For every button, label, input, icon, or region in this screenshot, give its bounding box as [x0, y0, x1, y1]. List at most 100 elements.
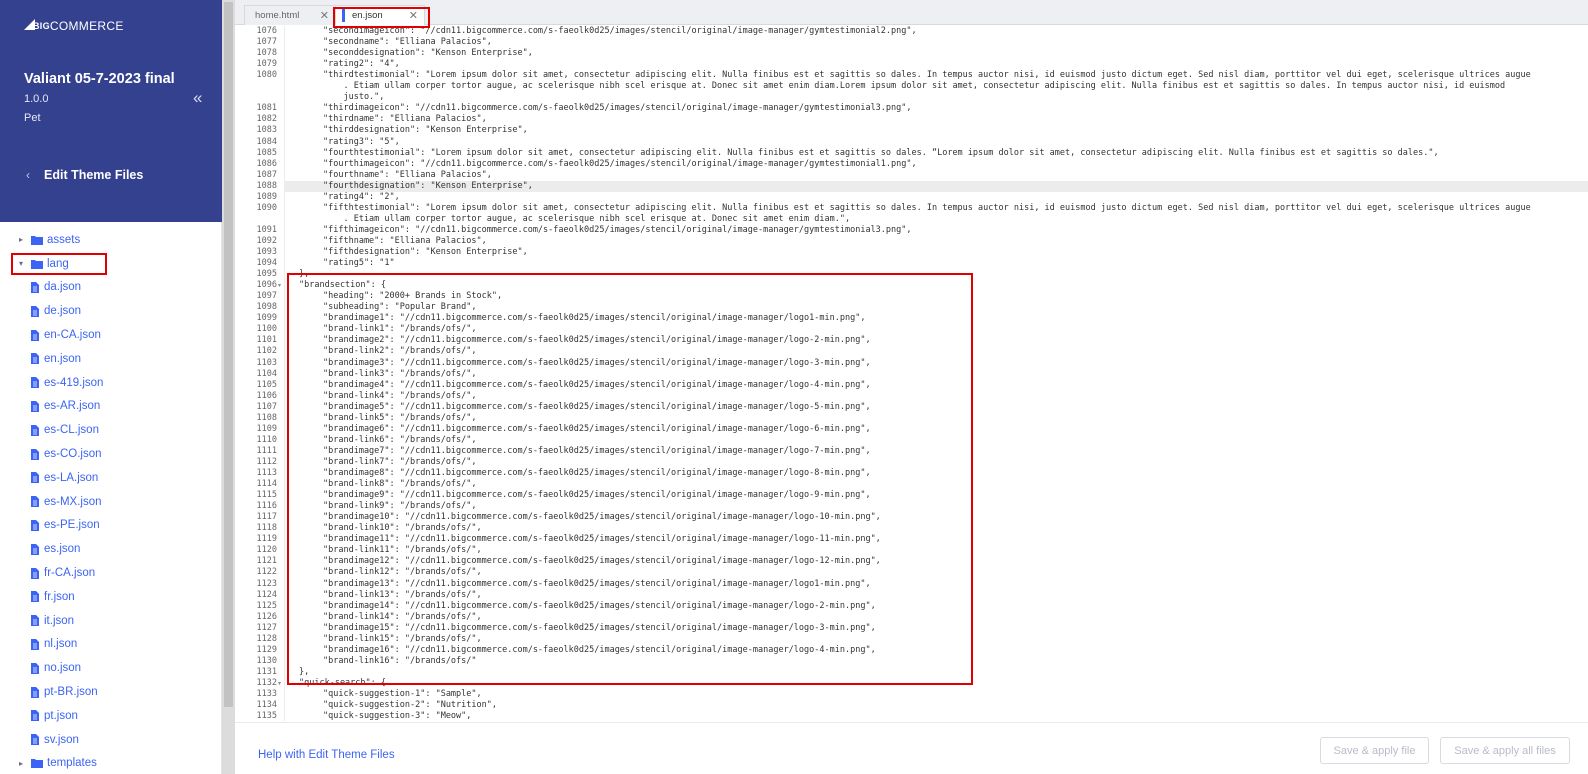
file-icon	[31, 615, 39, 627]
file-item[interactable]: es-AR.json	[0, 395, 222, 419]
help-link[interactable]: Help with Edit Theme Files	[258, 749, 395, 761]
line-number: 1123	[256, 578, 277, 589]
code-line: "brandimage16": "//cdn11.bigcommerce.com…	[323, 644, 876, 655]
line-number: 1130	[256, 655, 277, 666]
file-label: da.json	[44, 281, 82, 294]
tab-home-html[interactable]: home.html ✕	[244, 5, 336, 25]
file-item[interactable]: da.json	[0, 276, 222, 300]
code-line: "fourthtestimonial": "Lorem ipsum dolor …	[323, 147, 1439, 158]
line-number: 1107	[256, 401, 277, 412]
file-item[interactable]: no.json	[0, 656, 222, 680]
tab-label: home.html	[255, 10, 300, 21]
file-item[interactable]: es-LA.json	[0, 466, 222, 490]
collapse-sidebar-icon[interactable]: «	[193, 88, 202, 108]
file-item[interactable]: es-419.json	[0, 371, 222, 395]
file-icon	[31, 353, 39, 365]
active-tab-indicator	[342, 9, 345, 22]
theme-version: 1.0.0	[24, 93, 49, 105]
caret-right-icon[interactable]: ▸	[19, 759, 29, 768]
file-item[interactable]: es-MX.json	[0, 490, 222, 514]
line-number: 1106	[256, 390, 277, 401]
scrollbar-thumb[interactable]	[224, 2, 233, 707]
line-number: 1111	[256, 445, 277, 456]
file-label: fr.json	[44, 590, 75, 603]
caret-down-icon[interactable]: ▾	[19, 259, 29, 268]
sidebar: BIG COMMERCE Valiant 05-7-2023 final 1.0…	[0, 0, 222, 774]
file-item[interactable]: it.json	[0, 609, 222, 633]
code-line: "brand-link1": "/brands/ofs/",	[323, 324, 477, 335]
line-number: 1109	[256, 423, 277, 434]
code-line: "quick-suggestion-1": "Sample",	[323, 689, 482, 699]
line-number: 1116	[256, 501, 277, 512]
code-line: "brandimage15": "//cdn11.bigcommerce.com…	[323, 622, 876, 633]
file-item[interactable]: nl.json	[0, 633, 222, 657]
tab-bar: home.html ✕ en.json ✕	[235, 0, 1588, 25]
line-number: 1085	[256, 147, 277, 158]
file-icon	[31, 329, 39, 341]
code-line: "fourthname": "Elliana Palacios",	[323, 169, 492, 180]
file-item[interactable]: es-CO.json	[0, 442, 222, 466]
code-line: "thirddesignation": "Kenson Enterprise",	[323, 125, 528, 136]
file-item[interactable]: fr.json	[0, 585, 222, 609]
close-icon[interactable]: ✕	[409, 9, 418, 22]
fold-caret-icon[interactable]: ▾	[278, 680, 281, 687]
code-line: "brand-link10": "/brands/ofs/",	[323, 523, 482, 534]
file-item[interactable]: es.json	[0, 537, 222, 561]
app-window: BIG COMMERCE Valiant 05-7-2023 final 1.0…	[0, 0, 1588, 774]
file-item[interactable]: en-CA.json	[0, 323, 222, 347]
code-editor[interactable]: 1076 1077 1078 1079 1080 1081 1082 1083 1084 1085…	[235, 26, 1588, 721]
code-line: "brandimage5": "//cdn11.bigcommerce.com/…	[323, 401, 871, 412]
file-label: es-CO.json	[44, 448, 102, 461]
code-line: "fifthdesignation": "Kenson Enterprise",	[323, 247, 528, 257]
file-item[interactable]: pt.json	[0, 704, 222, 728]
file-item[interactable]: es-CL.json	[0, 418, 222, 442]
tab-en-json[interactable]: en.json ✕	[335, 5, 425, 25]
line-number: 1128	[256, 633, 277, 644]
code-line: "brand-link12": "/brands/ofs/",	[323, 567, 482, 578]
line-number: 1096	[256, 280, 277, 291]
line-number: 1082	[256, 114, 277, 125]
code-line: "rating3": "5",	[323, 136, 400, 147]
line-number-gutter: 1076 1077 1078 1079 1080 1081 1082 1083 1084 1085…	[235, 26, 285, 721]
line-number: 1097	[256, 291, 277, 302]
file-icon	[31, 448, 39, 460]
file-item[interactable]: en.json	[0, 347, 222, 371]
file-item[interactable]: pt-BR.json	[0, 680, 222, 704]
line-number: 1092	[256, 235, 277, 246]
caret-right-icon[interactable]: ▸	[19, 235, 29, 244]
line-number: 1079	[256, 59, 277, 70]
file-item[interactable]: de.json	[0, 299, 222, 323]
line-number: 1119	[256, 534, 277, 545]
code-line: justo.",	[323, 92, 385, 103]
line-number: 1088	[256, 180, 277, 191]
back-to-edit-theme-files[interactable]: ‹ Edit Theme Files	[26, 168, 143, 182]
logo-mark-text: BIG	[33, 21, 50, 31]
file-icon	[31, 472, 39, 484]
code-line: "brand-link7": "/brands/ofs/",	[323, 456, 477, 467]
file-item[interactable]: sv.json	[0, 728, 222, 752]
folder-open-icon	[31, 259, 43, 269]
file-item[interactable]: es-PE.json	[0, 514, 222, 538]
folder-lang[interactable]: ▾ lang	[0, 252, 222, 276]
save-apply-all-files-button[interactable]: Save & apply all files	[1440, 737, 1570, 764]
folder-assets[interactable]: ▸ assets	[0, 228, 222, 252]
line-number: 1099	[256, 313, 277, 324]
file-icon	[31, 662, 39, 674]
line-number: 1094	[256, 258, 277, 269]
file-label: it.json	[44, 614, 75, 627]
code-line: "brandimage14": "//cdn11.bigcommerce.com…	[323, 600, 876, 611]
folder-templates[interactable]: ▸ templates	[0, 752, 222, 774]
fold-caret-icon[interactable]: ▾	[278, 282, 281, 289]
sidebar-scrollbar[interactable]	[222, 0, 235, 774]
bigcommerce-logo[interactable]: BIG COMMERCE	[24, 18, 124, 33]
file-label: es.json	[44, 543, 81, 556]
code-line: "brand-link8": "/brands/ofs/",	[323, 479, 477, 490]
line-number: 1121	[256, 556, 277, 567]
code-line: "brand-link2": "/brands/ofs/",	[323, 346, 477, 357]
save-apply-file-button[interactable]: Save & apply file	[1320, 737, 1429, 764]
close-icon[interactable]: ✕	[320, 9, 329, 22]
file-item[interactable]: fr-CA.json	[0, 561, 222, 585]
line-number: 1101	[256, 335, 277, 346]
code-line: "brand-link16": "/brands/ofs/"	[323, 655, 477, 666]
line-number: 1118	[256, 523, 277, 534]
